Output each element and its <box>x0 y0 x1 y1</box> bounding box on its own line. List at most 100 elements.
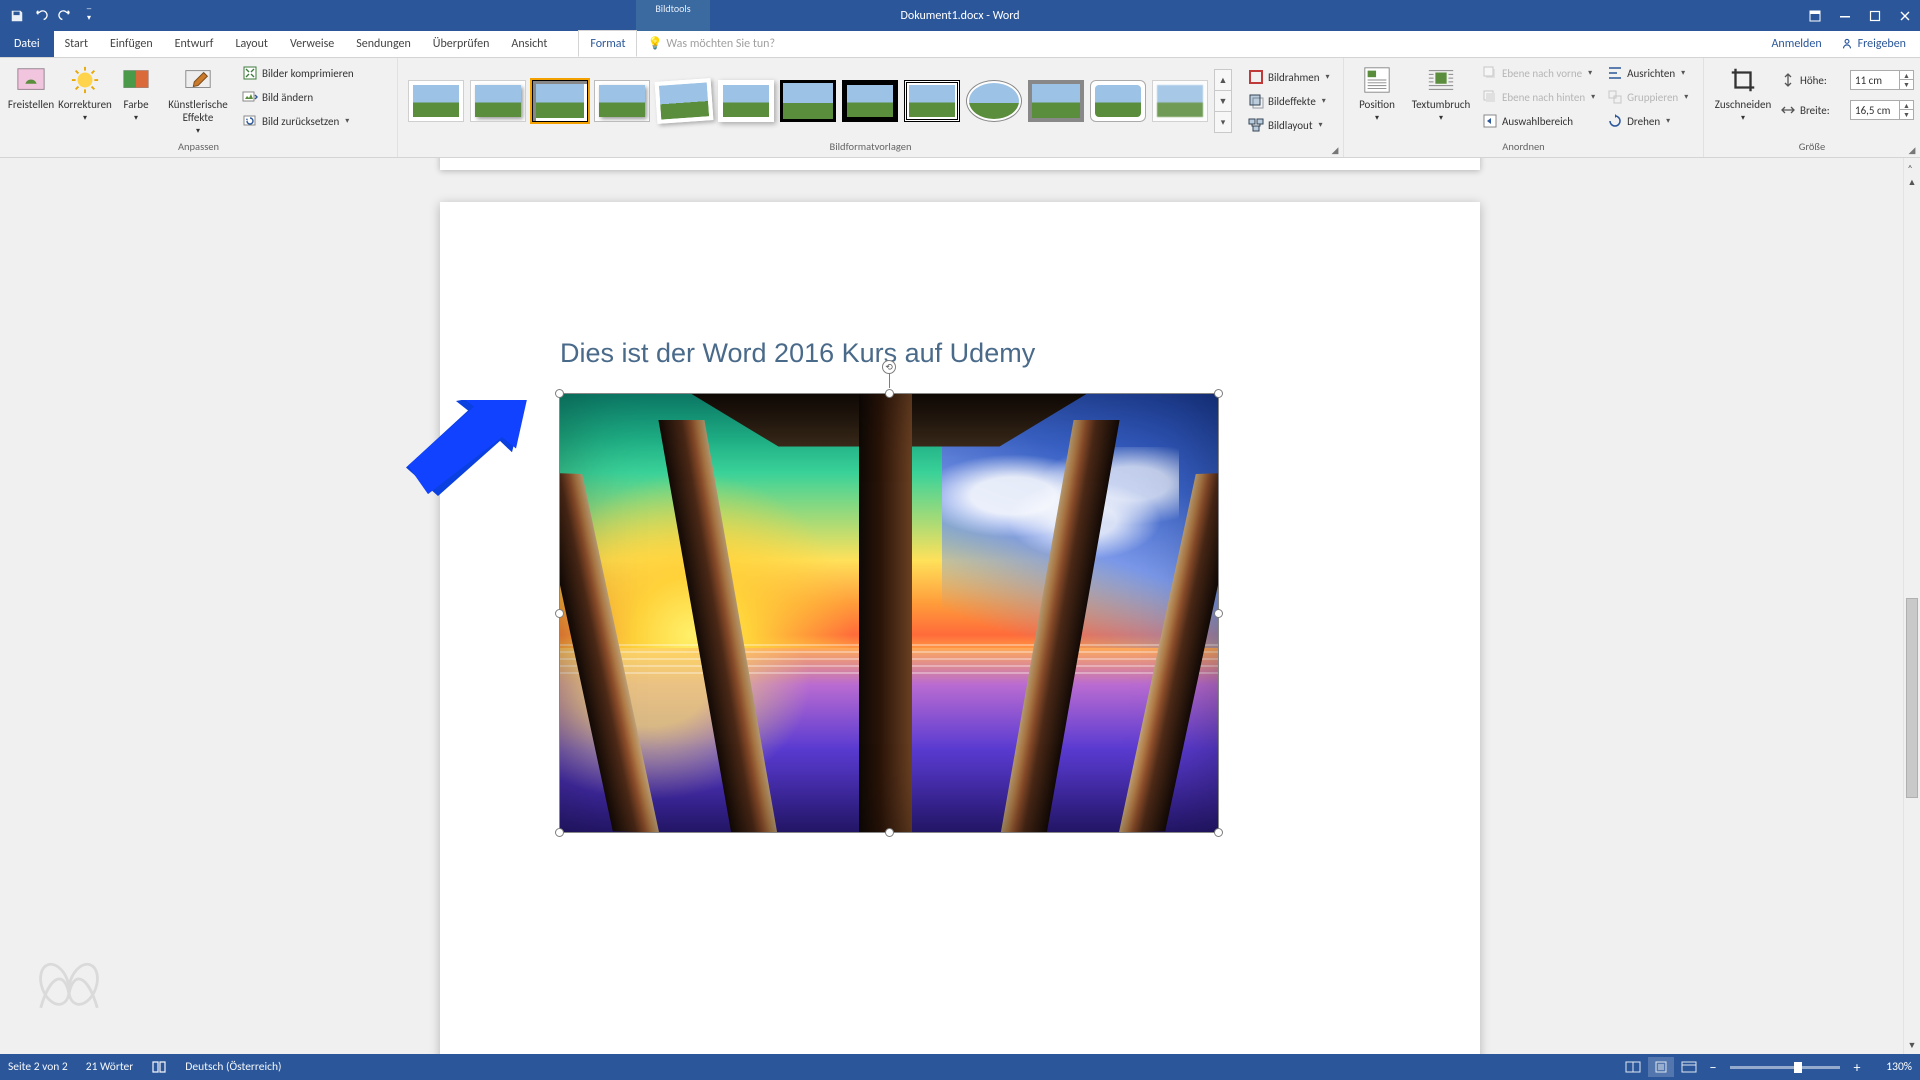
selection-pane-button[interactable]: Auswahlbereich <box>1478 110 1599 132</box>
width-up[interactable]: ▲ <box>1899 101 1913 110</box>
picture-content <box>560 394 1218 832</box>
height-up[interactable]: ▲ <box>1899 71 1913 80</box>
redo-button[interactable] <box>54 5 76 27</box>
compress-pictures-button[interactable]: Bilder komprimieren <box>238 62 358 84</box>
style-item-7[interactable] <box>780 80 836 122</box>
zoom-slider-knob[interactable] <box>1794 1062 1802 1073</box>
position-icon <box>1361 64 1393 96</box>
scroll-down-button[interactable]: ▼ <box>1904 1037 1920 1054</box>
crop-button[interactable]: Zuschneiden▾ <box>1710 62 1776 125</box>
share-button[interactable]: Freigeben <box>1834 31 1912 57</box>
group-objects-button[interactable]: Gruppieren <box>1603 86 1692 108</box>
selected-picture[interactable]: ⟲ <box>560 394 1218 832</box>
tab-references[interactable]: Verweise <box>279 30 345 57</box>
picture-border-button[interactable]: Bildrahmen <box>1244 66 1334 88</box>
style-item-1[interactable] <box>408 80 464 122</box>
picture-effects-button[interactable]: Bildeffekte <box>1244 90 1334 112</box>
style-item-10[interactable] <box>966 80 1022 122</box>
style-item-3[interactable] <box>532 80 588 122</box>
remove-background-button[interactable]: Freistellen <box>6 62 56 113</box>
zoom-out-button[interactable]: − <box>1704 1059 1722 1076</box>
tab-file[interactable]: Datei <box>0 30 54 57</box>
vertical-scrollbar[interactable]: ˄ ▲ ▼ <box>1903 158 1920 1054</box>
position-button[interactable]: Position▾ <box>1350 62 1404 125</box>
height-spinner[interactable]: ▲▼ <box>1850 70 1914 90</box>
close-button[interactable] <box>1890 1 1920 31</box>
collapse-ribbon-button[interactable]: ˄ <box>1902 160 1918 176</box>
tab-review[interactable]: Überprüfen <box>422 30 501 57</box>
style-item-9[interactable] <box>904 80 960 122</box>
change-picture-button[interactable]: Bild ändern <box>238 86 358 108</box>
send-backward-button[interactable]: Ebene nach hinten <box>1478 86 1599 108</box>
reset-picture-button[interactable]: Bild zurücksetzen <box>238 110 358 132</box>
status-spellcheck[interactable] <box>151 1060 167 1074</box>
scroll-up-button[interactable]: ▲ <box>1904 174 1920 191</box>
undo-button[interactable] <box>30 5 52 27</box>
zoom-percent[interactable]: 130% <box>1868 1060 1912 1074</box>
height-input[interactable] <box>1851 74 1899 87</box>
color-button[interactable]: Farbe▾ <box>114 62 158 125</box>
ribbon-display-options-button[interactable] <box>1800 1 1830 31</box>
corrections-icon <box>69 64 101 96</box>
width-down[interactable]: ▼ <box>1899 110 1913 119</box>
view-read-mode[interactable] <box>1620 1057 1646 1077</box>
style-item-5[interactable] <box>655 78 714 124</box>
status-word-count[interactable]: 21 Wörter <box>86 1060 134 1074</box>
style-item-13[interactable] <box>1152 80 1208 122</box>
style-item-8[interactable] <box>842 80 898 122</box>
zoom-slider[interactable] <box>1730 1066 1840 1069</box>
gallery-scroll-up[interactable]: ▲ <box>1215 70 1231 91</box>
height-down[interactable]: ▼ <box>1899 80 1913 89</box>
tab-format[interactable]: Format <box>578 30 637 57</box>
document-area[interactable]: Dies ist der Word 2016 Kurs auf Udemy <box>0 158 1920 1054</box>
width-spinner[interactable]: ▲▼ <box>1850 100 1914 120</box>
text-wrap-button[interactable]: Textumbruch▾ <box>1408 62 1474 125</box>
tab-view[interactable]: Ansicht <box>500 30 558 57</box>
picture-border-icon <box>1248 69 1264 85</box>
minimize-button[interactable] <box>1830 1 1860 31</box>
tab-home[interactable]: Start <box>54 30 99 57</box>
status-language[interactable]: Deutsch (Österreich) <box>185 1060 281 1074</box>
styles-dialog-launcher[interactable]: ◢ <box>1329 144 1341 156</box>
tab-design[interactable]: Entwurf <box>164 30 225 57</box>
artistic-effects-button[interactable]: Künstlerische Effekte▾ <box>162 62 234 138</box>
titlebar: ‾▾ Bildtools Dokument1.docx - Word <box>0 0 1920 31</box>
size-dialog-launcher[interactable]: ◢ <box>1906 144 1918 156</box>
width-label: Breite: <box>1800 104 1846 117</box>
height-label: Höhe: <box>1800 74 1846 87</box>
gallery-more-button[interactable]: ▾ <box>1215 112 1231 132</box>
style-item-11[interactable] <box>1028 80 1084 122</box>
bring-forward-button[interactable]: Ebene nach vorne <box>1478 62 1599 84</box>
gallery-scroll-down[interactable]: ▼ <box>1215 91 1231 112</box>
group-label-styles: Bildformatvorlagen◢ <box>398 140 1343 157</box>
picture-effects-icon <box>1248 93 1264 109</box>
tab-insert[interactable]: Einfügen <box>99 30 164 57</box>
view-print-layout[interactable] <box>1648 1057 1674 1077</box>
style-item-4[interactable] <box>594 80 650 122</box>
document-heading[interactable]: Dies ist der Word 2016 Kurs auf Udemy <box>560 338 1035 369</box>
style-item-12[interactable] <box>1090 80 1146 122</box>
page[interactable]: Dies ist der Word 2016 Kurs auf Udemy <box>440 202 1480 1054</box>
picture-layout-button[interactable]: Bildlayout <box>1244 114 1334 136</box>
tab-layout[interactable]: Layout <box>224 30 279 57</box>
share-icon <box>1840 37 1854 51</box>
style-item-2[interactable] <box>470 80 526 122</box>
zoom-in-button[interactable]: + <box>1848 1059 1866 1076</box>
style-item-6[interactable] <box>718 80 774 122</box>
width-input[interactable] <box>1851 104 1899 117</box>
scroll-thumb[interactable] <box>1906 598 1918 798</box>
align-button[interactable]: Ausrichten <box>1603 62 1692 84</box>
view-web-layout[interactable] <box>1676 1057 1702 1077</box>
rotate-button[interactable]: Drehen <box>1603 110 1692 132</box>
corrections-button[interactable]: Korrekturen▾ <box>60 62 110 125</box>
maximize-button[interactable] <box>1860 1 1890 31</box>
status-page[interactable]: Seite 2 von 2 <box>8 1060 68 1074</box>
sign-in-link[interactable]: Anmelden <box>1765 31 1827 57</box>
artistic-effects-icon <box>182 64 214 96</box>
watermark-icon <box>30 956 108 1022</box>
tab-mailings[interactable]: Sendungen <box>345 30 422 57</box>
save-button[interactable] <box>6 5 28 27</box>
change-picture-icon <box>242 89 258 105</box>
tell-me-search[interactable]: 💡 Was möchten Sie tun? <box>637 30 775 57</box>
qat-customize-button[interactable]: ‾▾ <box>78 5 100 27</box>
